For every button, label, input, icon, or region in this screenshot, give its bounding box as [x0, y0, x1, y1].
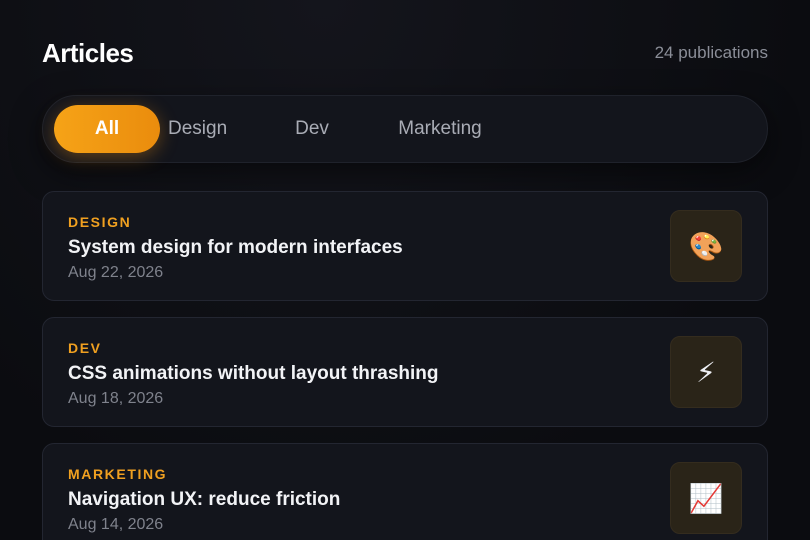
article-card[interactable]: Dev CSS animations without layout thrash…	[42, 317, 768, 427]
articles-page: Articles 24 publications All Design Dev …	[0, 0, 810, 540]
article-title[interactable]: Navigation UX: reduce friction	[68, 489, 340, 511]
article-card[interactable]: Design System design for modern interfac…	[42, 191, 768, 301]
tab-marketing[interactable]: Marketing	[390, 105, 490, 153]
header: Articles 24 publications	[42, 36, 768, 70]
lightning-icon: ⚡	[670, 336, 742, 408]
article-title[interactable]: System design for modern interfaces	[68, 237, 403, 259]
tab-dev[interactable]: Dev	[292, 105, 332, 153]
tab-design[interactable]: Design	[168, 105, 234, 153]
chart-increasing-icon: 📈	[670, 462, 742, 534]
article-date: Aug 18, 2026	[68, 390, 164, 407]
palette-icon: 🎨	[670, 210, 742, 282]
article-card[interactable]: Marketing Navigation UX: reduce friction…	[42, 443, 768, 540]
category-tabs: All Design Dev Marketing	[42, 95, 768, 163]
article-date: Aug 22, 2026	[68, 264, 164, 281]
publication-count: 24 publications	[654, 43, 768, 62]
article-date: Aug 14, 2026	[68, 516, 164, 533]
page-title: Articles	[42, 37, 134, 68]
article-category: Dev	[68, 340, 102, 356]
article-category: Design	[68, 214, 132, 230]
article-category: Marketing	[68, 466, 168, 482]
article-title[interactable]: CSS animations without layout thrashing	[68, 363, 439, 385]
tab-all[interactable]: All	[54, 105, 160, 153]
